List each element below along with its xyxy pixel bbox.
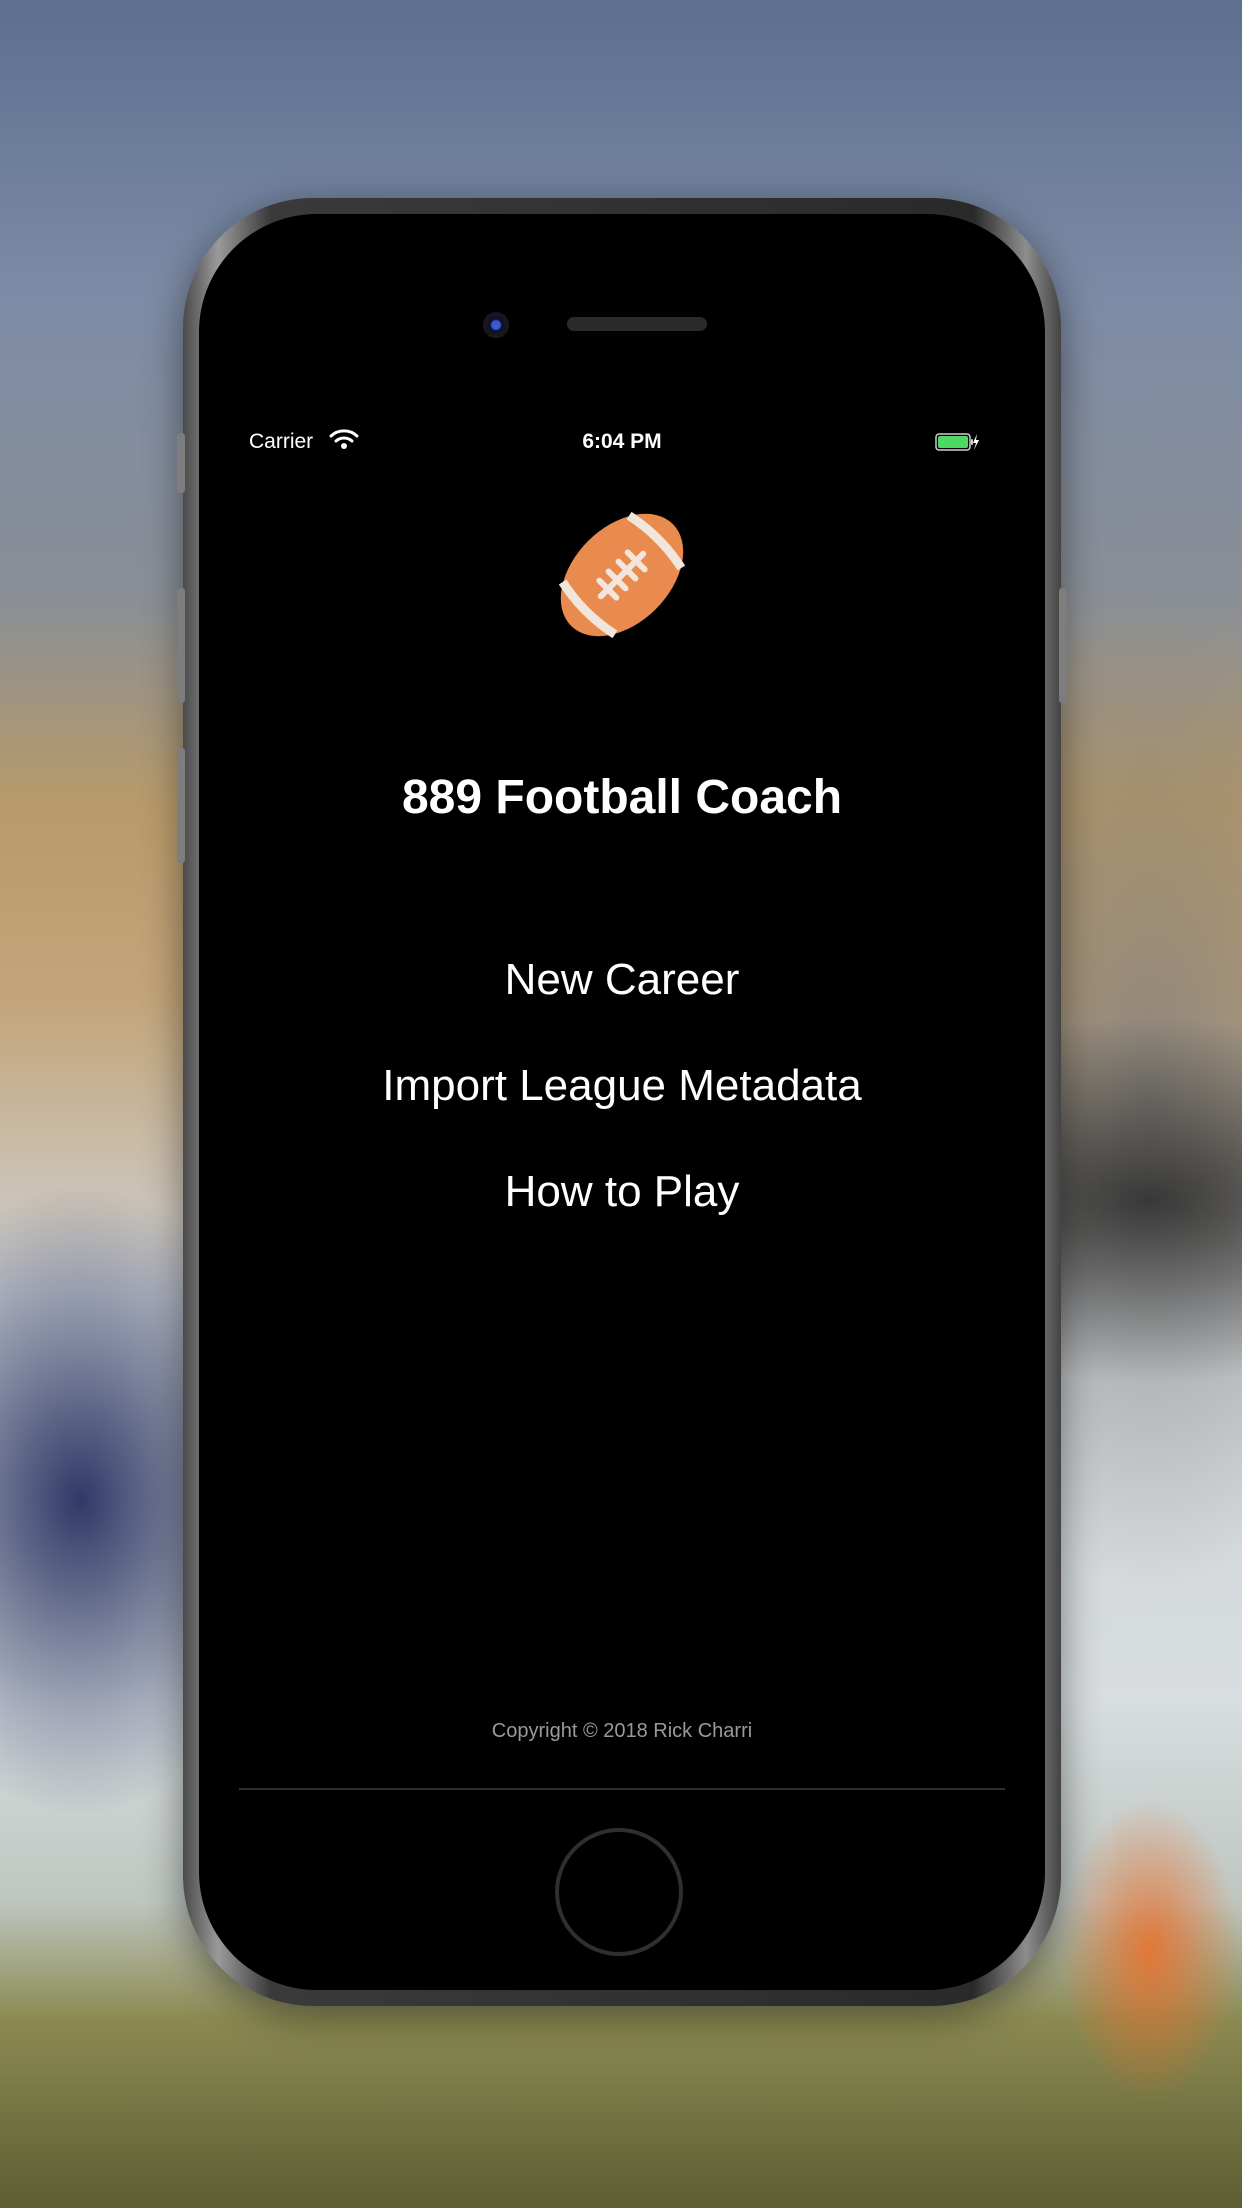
status-time: 6:04 PM: [582, 430, 662, 453]
battery-charging-icon: [935, 433, 979, 451]
app-screen: Carrier 6:04 PM 889 Football Coach New C…: [227, 410, 1017, 1790]
copyright-text: Copyright © 2018 Rick Charri: [491, 1720, 753, 1742]
new-career-button[interactable]: New Career: [227, 955, 1017, 1005]
football-icon: [558, 511, 686, 639]
app-title: 889 Football Coach: [401, 771, 843, 824]
mute-switch: [177, 433, 185, 493]
import-league-metadata-button[interactable]: Import League Metadata: [227, 1061, 1017, 1111]
home-button[interactable]: [555, 1828, 683, 1956]
how-to-play-button[interactable]: How to Play: [227, 1167, 1017, 1217]
divider: [239, 1788, 1005, 1790]
earpiece-speaker: [567, 317, 707, 331]
status-bar: Carrier 6:04 PM: [227, 410, 1017, 474]
volume-up-button: [177, 588, 185, 703]
volume-down-button: [177, 748, 185, 863]
front-camera-icon: [483, 312, 509, 338]
power-button: [1059, 588, 1067, 703]
